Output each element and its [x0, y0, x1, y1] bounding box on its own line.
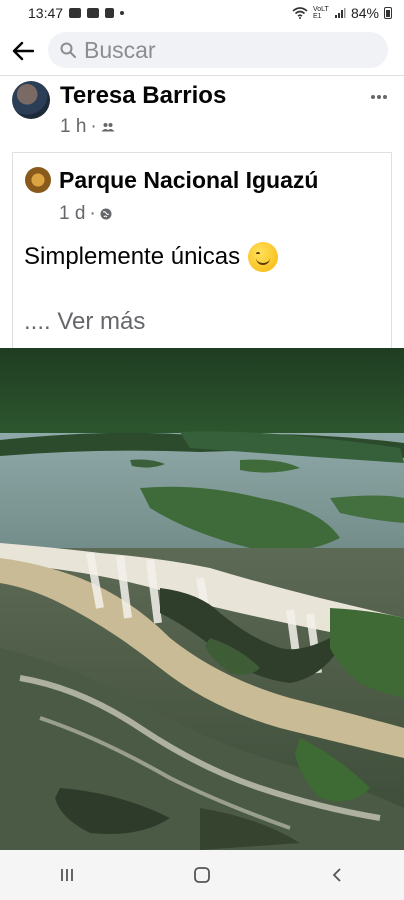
- home-icon: [194, 867, 210, 883]
- post-header: Teresa Barrios 1 h ·: [12, 80, 402, 142]
- search-icon: [60, 42, 76, 58]
- smiling-face-emoji-icon: [248, 242, 279, 272]
- shared-post-meta: 1 d ·: [59, 203, 112, 225]
- more-notifications-icon: [120, 11, 125, 15]
- shared-post-card[interactable]: Parque Nacional Iguazú 1 d · Simplemente…: [12, 152, 392, 348]
- wifi-icon: [292, 7, 308, 19]
- back-button[interactable]: [0, 28, 46, 74]
- post-time[interactable]: 1 h: [60, 116, 86, 138]
- header-divider: [0, 75, 404, 76]
- globe-icon: [100, 208, 112, 220]
- more-options-button[interactable]: [370, 80, 388, 106]
- meta-separator: ·: [89, 203, 96, 224]
- status-bar: 13:47 VoLTE1 84%: [0, 0, 404, 26]
- network-type: VoLTE1: [312, 6, 329, 20]
- search-placeholder: Buscar: [84, 36, 156, 63]
- post-text: Simplemente únicas: [24, 242, 279, 272]
- status-left: 13:47: [28, 5, 125, 21]
- gallery-notification-icon: [87, 8, 100, 18]
- page-avatar[interactable]: [25, 167, 51, 193]
- flag-notification-icon: [105, 8, 115, 18]
- battery-icon: [384, 7, 392, 19]
- system-nav-bar: [0, 850, 404, 900]
- battery-percent: 84%: [350, 5, 379, 21]
- search-input[interactable]: Buscar: [48, 32, 388, 68]
- youtube-notification-icon: [69, 8, 82, 18]
- recent-apps-button[interactable]: [37, 855, 97, 895]
- post-author[interactable]: Teresa Barrios: [60, 82, 226, 110]
- post-text-content: Simplemente únicas: [24, 243, 241, 270]
- friends-icon: [101, 123, 115, 132]
- shared-post-time[interactable]: 1 d: [59, 203, 85, 225]
- system-back-button[interactable]: [307, 855, 367, 895]
- see-more-link[interactable]: .... Ver más: [24, 308, 145, 336]
- page-name[interactable]: Parque Nacional Iguazú: [59, 167, 318, 194]
- status-time: 13:47: [28, 5, 64, 21]
- avatar[interactable]: [12, 81, 50, 119]
- post-meta: 1 h ·: [60, 116, 115, 138]
- chevron-left-icon: [332, 868, 341, 882]
- signal-icon: [334, 8, 346, 18]
- meta-separator: ·: [90, 116, 97, 137]
- recent-apps-icon: [61, 869, 74, 881]
- arrow-left-icon: [12, 41, 34, 61]
- more-icon: [371, 95, 387, 99]
- search-header: Buscar: [0, 28, 404, 74]
- status-right: VoLTE1 84%: [292, 5, 392, 21]
- iguazu-falls-aerial-photo: [0, 348, 404, 850]
- post-photo[interactable]: [0, 348, 404, 850]
- home-button[interactable]: [172, 855, 232, 895]
